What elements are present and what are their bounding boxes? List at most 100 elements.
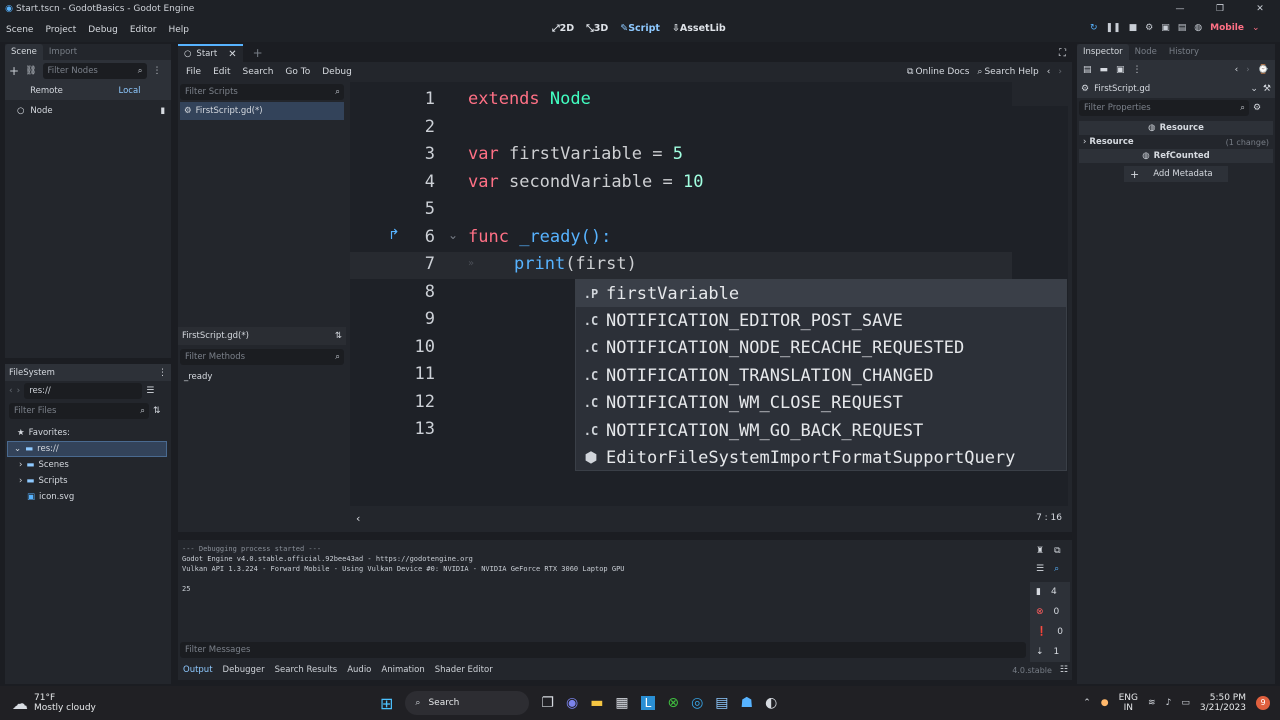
script-menu-file[interactable]: File [180,67,207,77]
resource-category[interactable]: › Resource (1 change) [1077,135,1275,149]
sort-methods-icon[interactable]: ⇅ [335,331,342,341]
notepad-icon[interactable]: ▤ [715,695,728,711]
more-vertical-icon[interactable]: ⋮ [158,368,167,378]
clear-output-icon[interactable]: ♜ [1036,546,1044,556]
folder-res[interactable]: ⌄ ▬ res:// [7,441,167,457]
menu-help[interactable]: Help [163,25,196,35]
remote-button[interactable]: Remote [5,86,88,96]
store-icon[interactable]: ▦ [615,695,628,711]
stop-icon[interactable]: ■ [1129,23,1138,33]
filter-files-input[interactable]: Filter Files ⌕ [9,403,149,419]
code-editor[interactable]: 1 2 3 4 5 6 7 8 9 10 11 12 13 ↱ ⌄ extend… [350,82,1068,506]
chevron-down-icon[interactable]: ⌄ [1250,84,1258,94]
workspace-3d[interactable]: ⤡3D [580,23,614,34]
distraction-free-icon[interactable]: ⛶ [1059,48,1066,59]
menu-debug[interactable]: Debug [82,25,124,35]
back-icon[interactable]: ‹ [9,386,13,396]
filter-messages-input[interactable]: Filter Messages [180,642,1026,658]
xbox-icon[interactable]: ⊗ [667,695,679,711]
pause-icon[interactable]: ❚❚ [1106,23,1121,33]
tab-inspector[interactable]: Inspector [1077,44,1129,60]
script-menu-debug[interactable]: Debug [316,67,358,77]
tab-shader-editor[interactable]: Shader Editor [430,665,498,675]
run-custom-icon[interactable]: ▤ [1178,23,1187,33]
add-tab-icon[interactable]: + [253,46,263,60]
add-node-icon[interactable]: + [9,64,19,78]
local-button[interactable]: Local [88,86,171,96]
log-filter-editor[interactable]: ⇣ 1 [1030,642,1070,662]
toggle-scripts-panel-icon[interactable]: ‹ [356,512,360,525]
script-menu-edit[interactable]: Edit [207,67,236,77]
next-script-icon[interactable]: › [1058,67,1062,77]
autocomplete-item[interactable]: ⬢ EditorFileSystemImportFormatSupportQuer… [576,444,1066,471]
script-attached-icon[interactable]: ▮ [160,106,165,116]
more-vertical-icon[interactable]: ⋮ [1133,65,1142,75]
tab-import[interactable]: Import [43,44,83,60]
tab-start[interactable]: ○ Start ✕ [178,44,243,62]
split-view-icon[interactable]: ☰ [146,386,154,396]
volume-icon[interactable]: ♪ [1166,698,1172,708]
filter-scripts-input[interactable]: Filter Scripts ⌕ [180,84,344,100]
language-indicator[interactable]: ENG IN [1119,693,1138,713]
tab-history[interactable]: History [1163,44,1205,60]
taskbar-search[interactable]: ⌕ Search [405,691,530,715]
app-l-icon[interactable]: L [640,696,656,710]
file-icon-svg[interactable]: ▣ icon.svg [5,489,171,505]
forward-icon[interactable]: › [17,386,21,396]
remote-debug-icon[interactable]: ⚙ [1145,23,1153,33]
prev-script-icon[interactable]: ‹ [1047,67,1051,77]
settings-icon[interactable]: ⚙ [1253,103,1261,113]
section-refcounted-header[interactable]: ◍ RefCounted [1079,149,1273,163]
tree-node-root[interactable]: ○ Node ▮ [5,100,171,122]
close-tab-icon[interactable]: ✕ [228,49,236,60]
filter-icon[interactable]: ☰ [1036,564,1044,574]
search-help-button[interactable]: ⌕ Search Help [977,67,1038,77]
workspace-script[interactable]: ✎Script [614,23,666,34]
workspace-2d[interactable]: ⤢2D [546,23,580,34]
tab-search-results[interactable]: Search Results [270,665,343,675]
sort-icon[interactable]: ⇅ [153,406,161,416]
log-filter-warnings[interactable]: ❗ 0 [1030,622,1070,642]
add-metadata-button[interactable]: + Add Metadata [1124,166,1228,182]
open-folder-icon[interactable]: ▬ [1100,65,1109,75]
autocomplete-item[interactable]: .C NOTIFICATION_WM_CLOSE_REQUEST [576,390,1066,417]
menu-editor[interactable]: Editor [124,25,163,35]
folder-scenes[interactable]: › ▬ Scenes [5,457,171,473]
forward-icon[interactable]: › [1246,65,1250,75]
godot-taskbar-icon[interactable]: ☗ [741,695,754,711]
log-filter-messages[interactable]: ▮ 4 [1030,582,1070,602]
tab-animation[interactable]: Animation [376,665,429,675]
filter-methods-input[interactable]: Filter Methods ⌕ [180,349,344,365]
folder-scripts[interactable]: › ▬ Scripts [5,473,171,489]
windows-start-icon[interactable]: ⊞ [380,694,393,713]
fold-chevron-icon[interactable]: ⌄ [448,228,458,242]
method-override-icon[interactable]: ↱ [388,227,400,243]
restart-icon[interactable]: ↻ [1090,23,1098,33]
online-docs-button[interactable]: ⧉ Online Docs [907,67,969,77]
workspace-assetlib[interactable]: ⇩AssetLib [666,23,732,34]
teams-icon[interactable]: ◉ [566,695,578,711]
tab-output[interactable]: Output [178,665,218,675]
script-menu-goto[interactable]: Go To [279,67,316,77]
notification-badge[interactable]: 9 [1256,696,1270,710]
clock[interactable]: 5:50 PM 3/21/2023 [1200,693,1246,713]
filter-properties-input[interactable]: Filter Properties ⌕ [1079,100,1249,116]
search-icon[interactable]: ⌕ [1054,564,1059,574]
tab-node[interactable]: Node [1129,44,1163,60]
new-resource-icon[interactable]: ▤ [1083,65,1092,75]
close-icon[interactable]: ✕ [1240,4,1280,14]
minimize-icon[interactable]: — [1160,4,1200,14]
history-icon[interactable]: ⌚ [1258,65,1269,75]
weather-widget[interactable]: ☁ 71°F Mostly cloudy [0,693,96,713]
autocomplete-item[interactable]: .C NOTIFICATION_NODE_RECACHE_REQUESTED [576,335,1066,362]
tray-chevron-icon[interactable]: ⌃ [1083,698,1091,708]
obs-icon[interactable]: ◐ [765,695,777,711]
method-item[interactable]: _ready [184,372,212,382]
microphone-icon[interactable]: ● [1101,698,1109,708]
more-vertical-icon[interactable]: ⋮ [153,66,162,76]
edge-icon[interactable]: ◎ [691,695,703,711]
autocomplete-item[interactable]: .C NOTIFICATION_WM_GO_BACK_REQUEST [576,417,1066,444]
file-explorer-icon[interactable]: ▬ [590,695,603,711]
tab-audio[interactable]: Audio [342,665,376,675]
script-list-item[interactable]: ⚙ FirstScript.gd(*) [180,102,344,120]
